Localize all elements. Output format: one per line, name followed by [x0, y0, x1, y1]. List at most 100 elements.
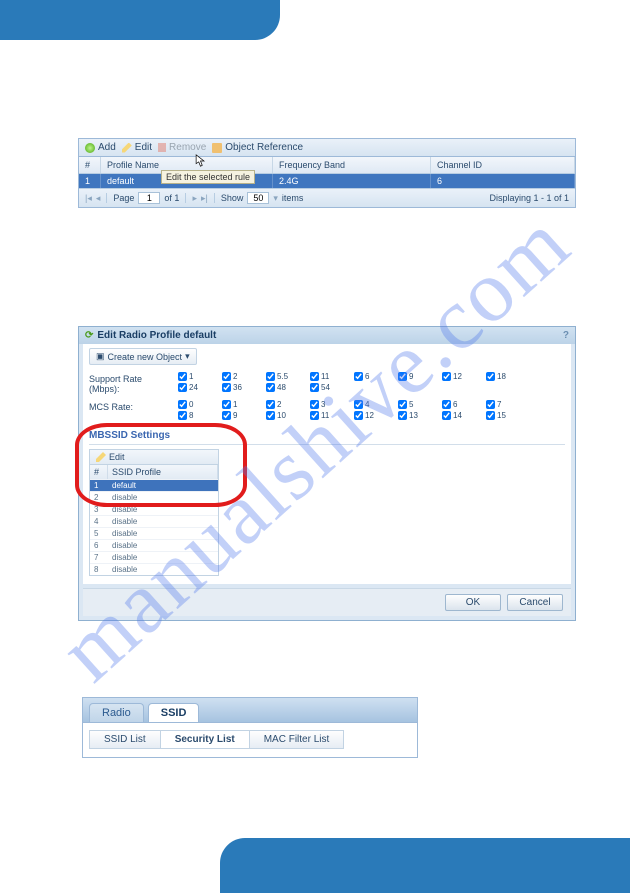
grid-header: # Profile Name Edit the selected rule Fr…: [79, 157, 575, 174]
rate-checkbox[interactable]: 11: [310, 411, 354, 420]
rate-checkbox[interactable]: [354, 383, 398, 392]
last-page-button[interactable]: ▸|: [201, 193, 208, 204]
create-new-object-button[interactable]: ▣ Create new Object ▾: [89, 348, 197, 365]
rate-checkbox[interactable]: 1: [222, 400, 266, 409]
edit-button[interactable]: Edit: [122, 142, 152, 153]
mb-col-num[interactable]: #: [90, 465, 108, 479]
new-object-icon: ▣: [96, 351, 105, 362]
col-channel-id[interactable]: Channel ID: [431, 157, 575, 173]
mbssid-row[interactable]: 7disable: [90, 551, 218, 563]
mbssid-row[interactable]: 2disable: [90, 491, 218, 503]
cursor-icon: [195, 154, 206, 170]
rate-checkbox[interactable]: 24: [178, 383, 222, 392]
col-num[interactable]: #: [79, 157, 101, 173]
rate-checkbox[interactable]: 11: [310, 372, 354, 381]
trash-icon: [158, 143, 166, 152]
edit-icon: [96, 452, 106, 462]
rate-checkbox[interactable]: 1: [178, 372, 222, 381]
support-rate-label: Support Rate (Mbps):: [89, 372, 174, 394]
of-label: of 1: [164, 193, 179, 203]
sub-tabs: SSID List Security List MAC Filter List: [83, 722, 417, 757]
rate-checkbox[interactable]: 36: [222, 383, 266, 392]
edit-tooltip: Edit the selected rule: [161, 170, 255, 184]
rate-checkbox[interactable]: 2: [222, 372, 266, 381]
rate-checkbox[interactable]: 9: [222, 411, 266, 420]
rate-checkbox[interactable]: 6: [354, 372, 398, 381]
rate-checkbox[interactable]: [442, 383, 486, 392]
page-label: Page: [113, 193, 134, 203]
profiles-toolbar: Add Edit Remove Object Reference: [79, 139, 575, 157]
mbssid-row[interactable]: 3disable: [90, 503, 218, 515]
rate-checkbox[interactable]: 15: [486, 411, 530, 420]
main-tabs: Radio SSID: [83, 698, 417, 722]
show-label: Show: [221, 193, 244, 203]
rate-checkbox[interactable]: 0: [178, 400, 222, 409]
page-top-bar: [0, 0, 280, 40]
profiles-grid-panel: Add Edit Remove Object Reference # Profi…: [78, 138, 576, 208]
rate-checkbox[interactable]: 12: [354, 411, 398, 420]
mb-col-ssid-profile[interactable]: SSID Profile: [108, 465, 218, 479]
rate-checkbox[interactable]: 14: [442, 411, 486, 420]
mbssid-row[interactable]: 6disable: [90, 539, 218, 551]
object-reference-button[interactable]: Object Reference: [212, 142, 303, 153]
edit-icon: [122, 143, 132, 153]
rate-checkbox[interactable]: 2: [266, 400, 310, 409]
tab-radio[interactable]: Radio: [89, 703, 144, 722]
mbssid-row[interactable]: 4disable: [90, 515, 218, 527]
rate-checkbox[interactable]: 18: [486, 372, 530, 381]
show-input[interactable]: [247, 192, 269, 204]
object-reference-icon: [212, 143, 222, 153]
col-frequency-band[interactable]: Frequency Band: [273, 157, 431, 173]
cancel-button[interactable]: Cancel: [507, 594, 563, 611]
next-page-button[interactable]: ▸: [192, 193, 197, 204]
mcs-rate-checkboxes: 0123456789101112131415: [178, 400, 530, 420]
mbssid-row[interactable]: 5disable: [90, 527, 218, 539]
table-row[interactable]: 1 default 2.4G 6: [79, 174, 575, 188]
rate-checkbox[interactable]: 48: [266, 383, 310, 392]
rate-checkbox[interactable]: 4: [354, 400, 398, 409]
mbssid-settings-heading: MBSSID Settings: [89, 430, 565, 445]
tabs-panel: Radio SSID SSID List Security List MAC F…: [82, 697, 418, 758]
rate-checkbox[interactable]: 5: [398, 400, 442, 409]
first-page-button[interactable]: |◂: [85, 193, 92, 204]
rate-checkbox[interactable]: 8: [178, 411, 222, 420]
rate-checkbox[interactable]: 6: [442, 400, 486, 409]
tab-ssid[interactable]: SSID: [148, 703, 200, 722]
rate-checkbox[interactable]: 9: [398, 372, 442, 381]
page-input[interactable]: [138, 192, 160, 204]
rate-checkbox[interactable]: 7: [486, 400, 530, 409]
rate-checkbox[interactable]: 3: [310, 400, 354, 409]
remove-button[interactable]: Remove: [158, 142, 206, 153]
mbssid-row[interactable]: 1default: [90, 479, 218, 491]
add-icon: [85, 143, 95, 153]
rate-checkbox[interactable]: 54: [310, 383, 354, 392]
mcs-rate-label: MCS Rate:: [89, 400, 174, 412]
mbssid-row[interactable]: 8disable: [90, 563, 218, 575]
add-button[interactable]: Add: [85, 142, 116, 153]
dialog-title: Edit Radio Profile default: [97, 330, 216, 341]
rate-checkbox[interactable]: [398, 383, 442, 392]
show-dropdown-icon[interactable]: ▾: [273, 193, 278, 204]
dialog-footer: OK Cancel: [83, 588, 571, 616]
mbssid-edit-button[interactable]: Edit: [89, 449, 219, 465]
col-profile-name[interactable]: Profile Name Edit the selected rule: [101, 157, 273, 173]
ok-button[interactable]: OK: [445, 594, 501, 611]
subtab-security-list[interactable]: Security List: [161, 730, 250, 749]
items-label: items: [282, 193, 304, 203]
rate-checkbox[interactable]: [486, 383, 530, 392]
page-bottom-bar: [220, 838, 630, 893]
rate-checkbox[interactable]: 13: [398, 411, 442, 420]
dropdown-icon: ▾: [185, 351, 190, 362]
pager: |◂ ◂ Page of 1 ▸ ▸| Show ▾ items Display…: [79, 188, 575, 207]
subtab-ssid-list[interactable]: SSID List: [89, 730, 161, 749]
prev-page-button[interactable]: ◂: [96, 193, 101, 204]
edit-radio-profile-dialog: ⟳ Edit Radio Profile default ? ▣ Create …: [78, 326, 576, 621]
subtab-mac-filter-list[interactable]: MAC Filter List: [250, 730, 345, 749]
help-icon[interactable]: ?: [563, 330, 569, 341]
mbssid-table: # SSID Profile 1default2disable3disable4…: [89, 465, 219, 576]
support-rate-checkboxes: 125.51169121824364854: [178, 372, 530, 392]
rate-checkbox[interactable]: 12: [442, 372, 486, 381]
rate-checkbox[interactable]: 5.5: [266, 372, 310, 381]
refresh-icon: ⟳: [85, 330, 93, 341]
rate-checkbox[interactable]: 10: [266, 411, 310, 420]
